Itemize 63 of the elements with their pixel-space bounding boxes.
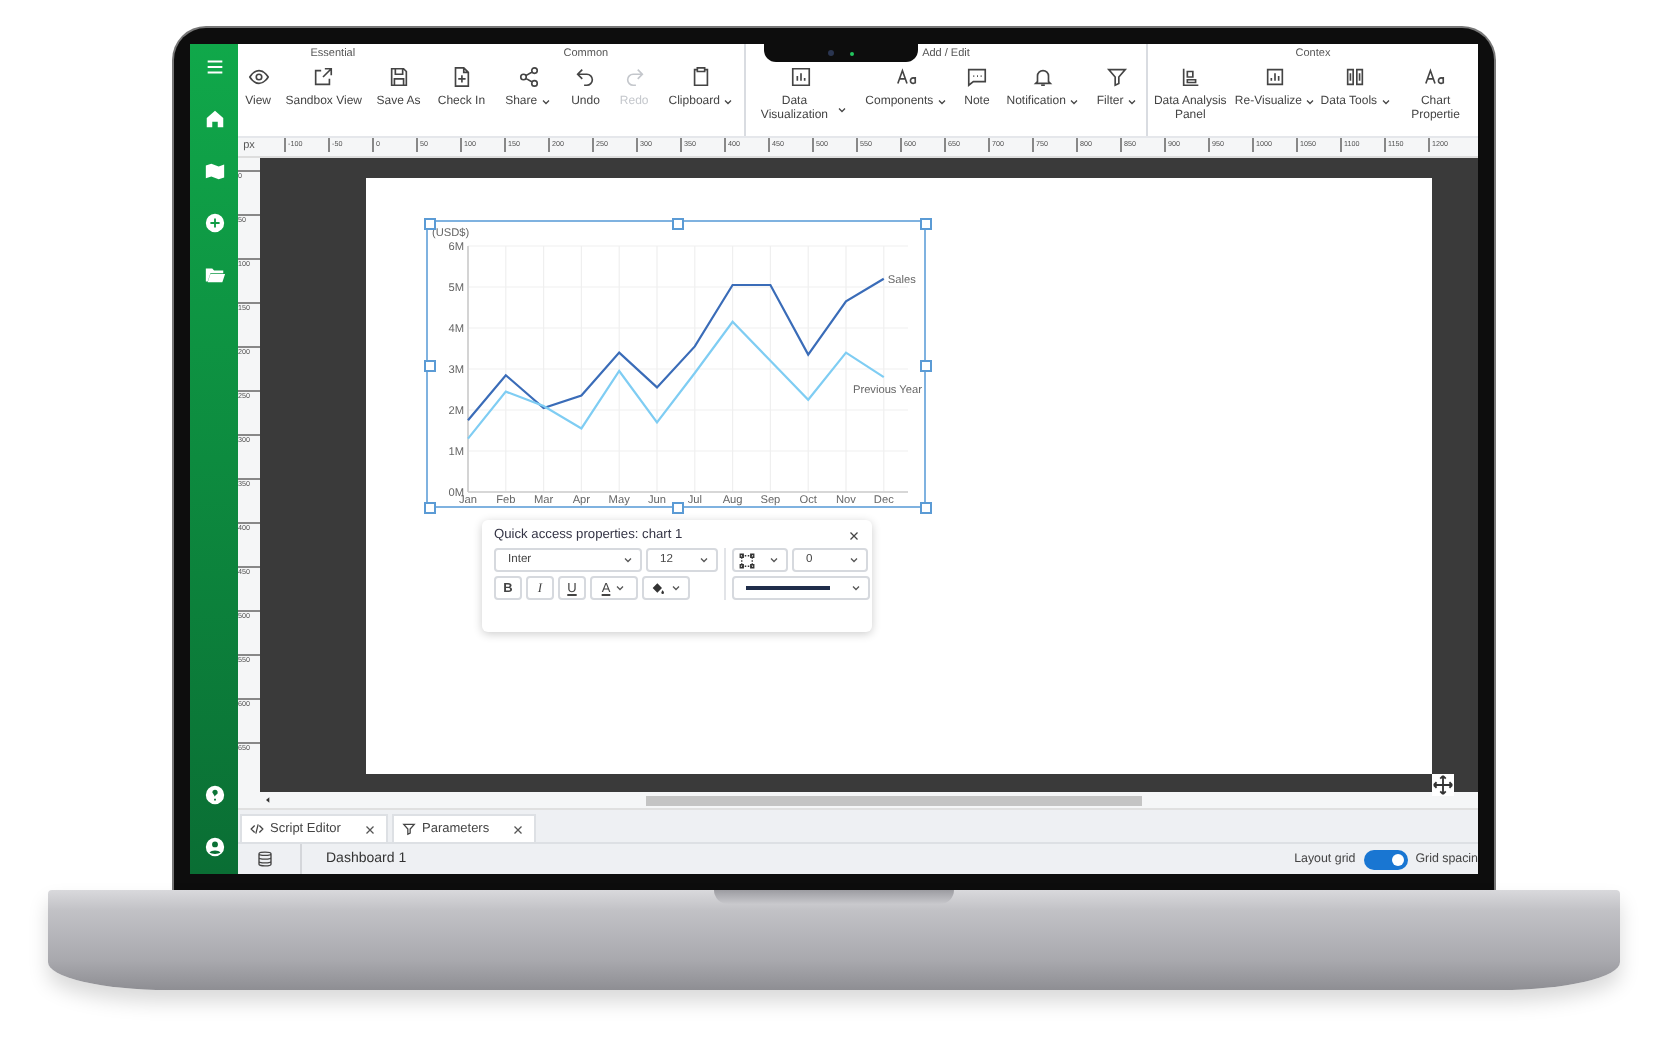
user-icon[interactable] (203, 836, 225, 858)
chevron-down-icon (539, 96, 552, 109)
resize-handle[interactable] (671, 501, 683, 513)
chevron-down-icon (836, 103, 849, 115)
chart-panel-icon (1179, 66, 1202, 88)
clipboard-icon (690, 66, 713, 88)
chevron-down-icon (721, 96, 734, 109)
redo-icon (623, 66, 646, 88)
folder-icon[interactable] (203, 264, 225, 286)
close-icon[interactable] (848, 529, 860, 541)
help-icon[interactable] (203, 784, 225, 806)
resize-handle[interactable] (423, 501, 435, 513)
chevron-down-icon (1304, 96, 1316, 109)
filter-icon (402, 822, 416, 836)
home-icon[interactable] (203, 108, 225, 130)
chevron-down-icon (698, 554, 710, 566)
resize-handle[interactable] (671, 217, 683, 229)
close-icon[interactable] (364, 823, 376, 835)
chevron-down-icon (614, 582, 627, 594)
line-style-select[interactable] (732, 576, 870, 600)
database-icon[interactable] (256, 850, 274, 868)
resize-handle[interactable] (919, 359, 931, 371)
resize-handle[interactable] (423, 217, 435, 229)
file-plus-icon (450, 66, 473, 88)
chevron-down-icon (848, 554, 860, 566)
note-icon (965, 66, 988, 88)
columns-icon (1344, 66, 1367, 88)
chevron-down-icon (1067, 96, 1080, 109)
save-icon (387, 66, 410, 88)
scroll-left-icon[interactable] (264, 796, 272, 804)
layout-grid-toggle[interactable] (1363, 849, 1408, 869)
chevron-down-icon (1379, 96, 1392, 109)
bar-chart-icon (1264, 66, 1287, 88)
bar-chart-icon (790, 66, 813, 88)
resize-handle[interactable] (919, 501, 931, 513)
filter-icon (1106, 66, 1129, 88)
chevron-down-icon (622, 554, 634, 566)
external-link-icon (312, 66, 335, 88)
text-icon (1424, 66, 1447, 88)
fill-color-button[interactable] (642, 576, 690, 600)
chevron-down-icon (935, 96, 948, 109)
close-icon[interactable] (512, 823, 524, 835)
scrollbar-thumb[interactable] (646, 795, 1142, 805)
undo-icon (574, 66, 597, 88)
add-icon[interactable] (203, 212, 225, 234)
menu-icon[interactable] (203, 56, 225, 78)
eye-icon (247, 66, 270, 88)
resize-handle[interactable] (919, 217, 931, 229)
resize-handle[interactable] (423, 359, 435, 371)
chevron-down-icon (670, 582, 682, 594)
code-icon (250, 822, 264, 836)
border-icon (738, 551, 756, 569)
chevron-down-icon (850, 582, 862, 594)
chevron-down-icon (1125, 96, 1138, 109)
bell-icon (1032, 66, 1055, 88)
text-icon (895, 66, 918, 88)
border-select[interactable] (732, 548, 788, 572)
line-sample (746, 586, 830, 590)
map-icon[interactable] (203, 160, 225, 182)
paint-bucket-icon (650, 580, 666, 596)
move-icon[interactable] (1432, 774, 1454, 796)
chevron-down-icon (768, 554, 780, 566)
share-icon (517, 66, 540, 88)
